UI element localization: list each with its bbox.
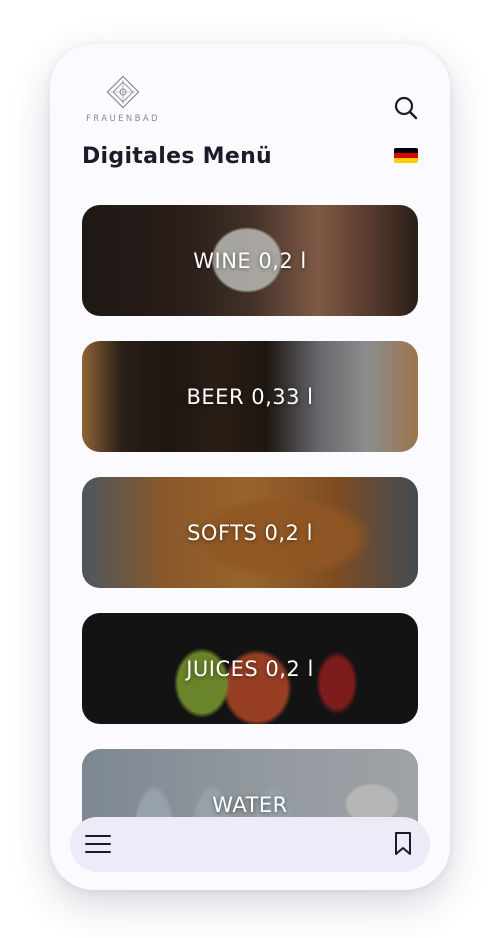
category-label: SOFTS 0,2 l (187, 520, 313, 545)
phone-frame: FRAUENBAD Digitales Menü WINE 0,2 l BEER… (50, 44, 450, 890)
hamburger-menu-icon (85, 835, 111, 853)
category-label: WINE 0,2 l (193, 248, 307, 273)
category-label: JUICES 0,2 l (186, 656, 314, 681)
frauenbad-logo: FRAUENBAD (84, 74, 162, 124)
category-label: BEER 0,33 l (186, 384, 314, 409)
category-card-beer[interactable]: BEER 0,33 l (82, 341, 418, 452)
category-card-softs[interactable]: SOFTS 0,2 l (82, 477, 418, 588)
bookmark-icon (395, 832, 411, 855)
category-card-wine[interactable]: WINE 0,2 l (82, 205, 418, 316)
page-title: Digitales Menü (82, 144, 273, 169)
category-list: WINE 0,2 l BEER 0,33 l SOFTS 0,2 l JUICE… (82, 205, 418, 885)
bottom-navigation-bar (70, 817, 430, 872)
category-card-juices[interactable]: JUICES 0,2 l (82, 613, 418, 724)
logo-diamond-icon (106, 75, 140, 109)
logo-text: FRAUENBAD (85, 114, 160, 124)
search-icon (394, 96, 418, 120)
bookmark-button[interactable] (392, 831, 414, 857)
germany-flag-icon[interactable] (394, 148, 418, 163)
search-button[interactable] (392, 94, 420, 122)
category-label: WATER (212, 792, 288, 817)
menu-button[interactable] (85, 833, 111, 855)
